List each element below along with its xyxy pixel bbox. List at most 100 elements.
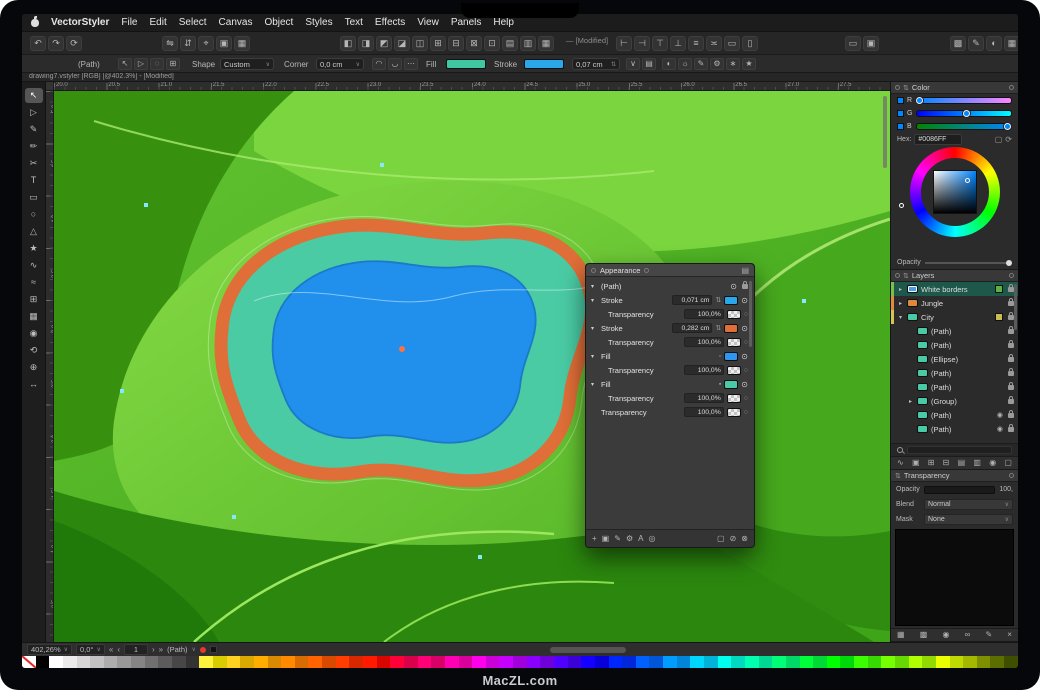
pencil-tool[interactable]: ✏ [25,139,43,154]
radio-icon[interactable]: ○ [744,339,748,346]
lock-icon[interactable] [1008,385,1014,390]
next-page-button[interactable]: › [152,645,155,654]
menu-item-styles[interactable]: Styles [305,17,332,28]
palette-swatch[interactable] [377,656,391,668]
menu-item-text[interactable]: Text [345,17,363,28]
rotation-select[interactable]: 0,0°∨ [76,644,105,655]
corner-options-icon[interactable]: ⋯ [404,58,418,70]
palette-swatch[interactable] [336,656,350,668]
channel-slider[interactable] [916,110,1012,117]
menu-item-file[interactable]: File [121,17,137,28]
ellipse-tool[interactable]: ○ [25,207,43,222]
scrollbar[interactable] [749,281,752,347]
swatch-none[interactable] [22,656,36,668]
palette-swatch[interactable] [977,656,991,668]
transparency-swatch[interactable] [727,338,741,347]
edit-mode-icon[interactable]: ✎ [968,36,984,51]
grid-snap-icon[interactable]: ▦ [234,36,250,51]
knife-tool[interactable]: ✂ [25,156,43,171]
value-field[interactable]: 0,282 cm [672,323,712,333]
layer-color-swatch[interactable] [995,313,1003,321]
palette-swatch[interactable] [786,656,800,668]
menu-item-effects[interactable]: Effects [375,17,405,28]
camera-icon[interactable]: ◉ [989,457,996,469]
slider-thumb[interactable] [963,110,970,117]
stepper-icon[interactable]: ⇅ [715,296,721,304]
star-tool[interactable]: ★ [25,241,43,256]
text-style-icon[interactable]: A [638,531,643,547]
clip-icon[interactable]: ⊡ [484,36,500,51]
palette-swatch[interactable] [568,656,582,668]
apple-menu-icon[interactable] [31,19,39,27]
snapshot-icon[interactable]: ◎ [648,531,655,547]
radio-icon[interactable]: ○ [744,395,748,402]
pixel-preview-icon[interactable]: ▩ [950,36,966,51]
palette-swatch[interactable] [813,656,827,668]
palette-swatch[interactable] [308,656,322,668]
add-attribute-icon[interactable]: + [592,531,597,547]
isolate-layer-icon[interactable]: ▥ [973,457,981,469]
palette-swatch[interactable] [418,656,432,668]
color-swatch[interactable] [724,324,738,333]
panel-menu-icon[interactable] [1009,273,1014,278]
palette-swatch[interactable] [854,656,868,668]
palette-swatch[interactable] [268,656,282,668]
camera-icon[interactable]: ◉ [997,425,1003,433]
palette-swatch[interactable] [772,656,786,668]
visibility-icon[interactable]: ⊙ [741,324,748,333]
palette-swatch[interactable] [186,656,200,668]
lasso-mode-icon[interactable]: ◌ [150,58,164,70]
fit-height-icon[interactable]: ▯ [742,36,758,51]
panel-collapse-icon[interactable]: ⇅ [895,472,901,480]
radio-icon[interactable]: ○ [744,367,748,374]
palette-swatch[interactable] [445,656,459,668]
contrast-mode-icon[interactable]: ◐ [662,58,676,70]
align-bottom-icon[interactable]: ⊥ [670,36,686,51]
appearance-row-transparency[interactable]: Transparency100,0%○ [586,307,754,321]
divide-icon[interactable]: ▦ [538,36,554,51]
camera-icon[interactable]: ◉ [997,411,1003,419]
value-field[interactable]: 0,071 cm [672,295,712,305]
palette-swatch[interactable] [36,656,50,668]
artboard-icon[interactable]: ▭ [845,36,861,51]
palette-swatch[interactable] [868,656,882,668]
menu-item-panels[interactable]: Panels [451,17,482,28]
palette-swatch[interactable] [677,656,691,668]
presentation-icon[interactable]: ▣ [863,36,879,51]
rotate-view-tool[interactable]: ⟲ [25,343,43,358]
color-swatch[interactable] [724,352,738,361]
expand-icon[interactable]: ▸ [897,286,904,293]
palette-swatch[interactable] [63,656,77,668]
vertical-scrollbar[interactable] [883,96,887,168]
palette-swatch[interactable] [663,656,677,668]
stroke-width-field[interactable]: 0,07 cm⇅ [572,58,620,70]
layer-thumbnail[interactable] [917,397,928,405]
menu-item-help[interactable]: Help [493,17,514,28]
layer-mask-icon[interactable]: ▢ [1004,457,1012,469]
zoom-tool[interactable]: ⊕ [25,360,43,375]
dash-pattern-icon[interactable]: ▤ [642,58,656,70]
last-page-button[interactable]: » [159,645,163,654]
node-mode-icon[interactable]: ▷ [134,58,148,70]
mesh-tool[interactable]: ▦ [25,309,43,324]
layer-row[interactable]: (Path)◉ [891,408,1018,422]
layer-effects-icon[interactable]: ∿ [897,457,904,469]
palette-swatch[interactable] [77,656,91,668]
chamfer-corner-icon[interactable]: ◡ [388,58,402,70]
palette-swatch[interactable] [213,656,227,668]
duplicate-icon[interactable]: ▢ [717,531,725,547]
radio-icon[interactable]: ○ [744,409,748,416]
transparency-swatch[interactable] [727,408,741,417]
first-page-button[interactable]: « [109,645,113,654]
layer-color-swatch[interactable] [995,285,1003,293]
hex-input[interactable]: #0086FF [914,134,962,145]
mask-thumbnail-icon[interactable]: ▦ [897,629,905,641]
appearance-row-transparency[interactable]: Transparency100,0%○ [586,405,754,419]
palette-swatch[interactable] [49,656,63,668]
canvas[interactable] [54,91,890,642]
redo-icon[interactable]: ↷ [48,36,64,51]
style-settings-icon[interactable]: ⚙ [710,58,724,70]
expand-icon[interactable]: ▾ [591,297,598,304]
scrollbar[interactable] [1014,284,1017,330]
pan-tool[interactable]: ↔ [25,377,43,392]
